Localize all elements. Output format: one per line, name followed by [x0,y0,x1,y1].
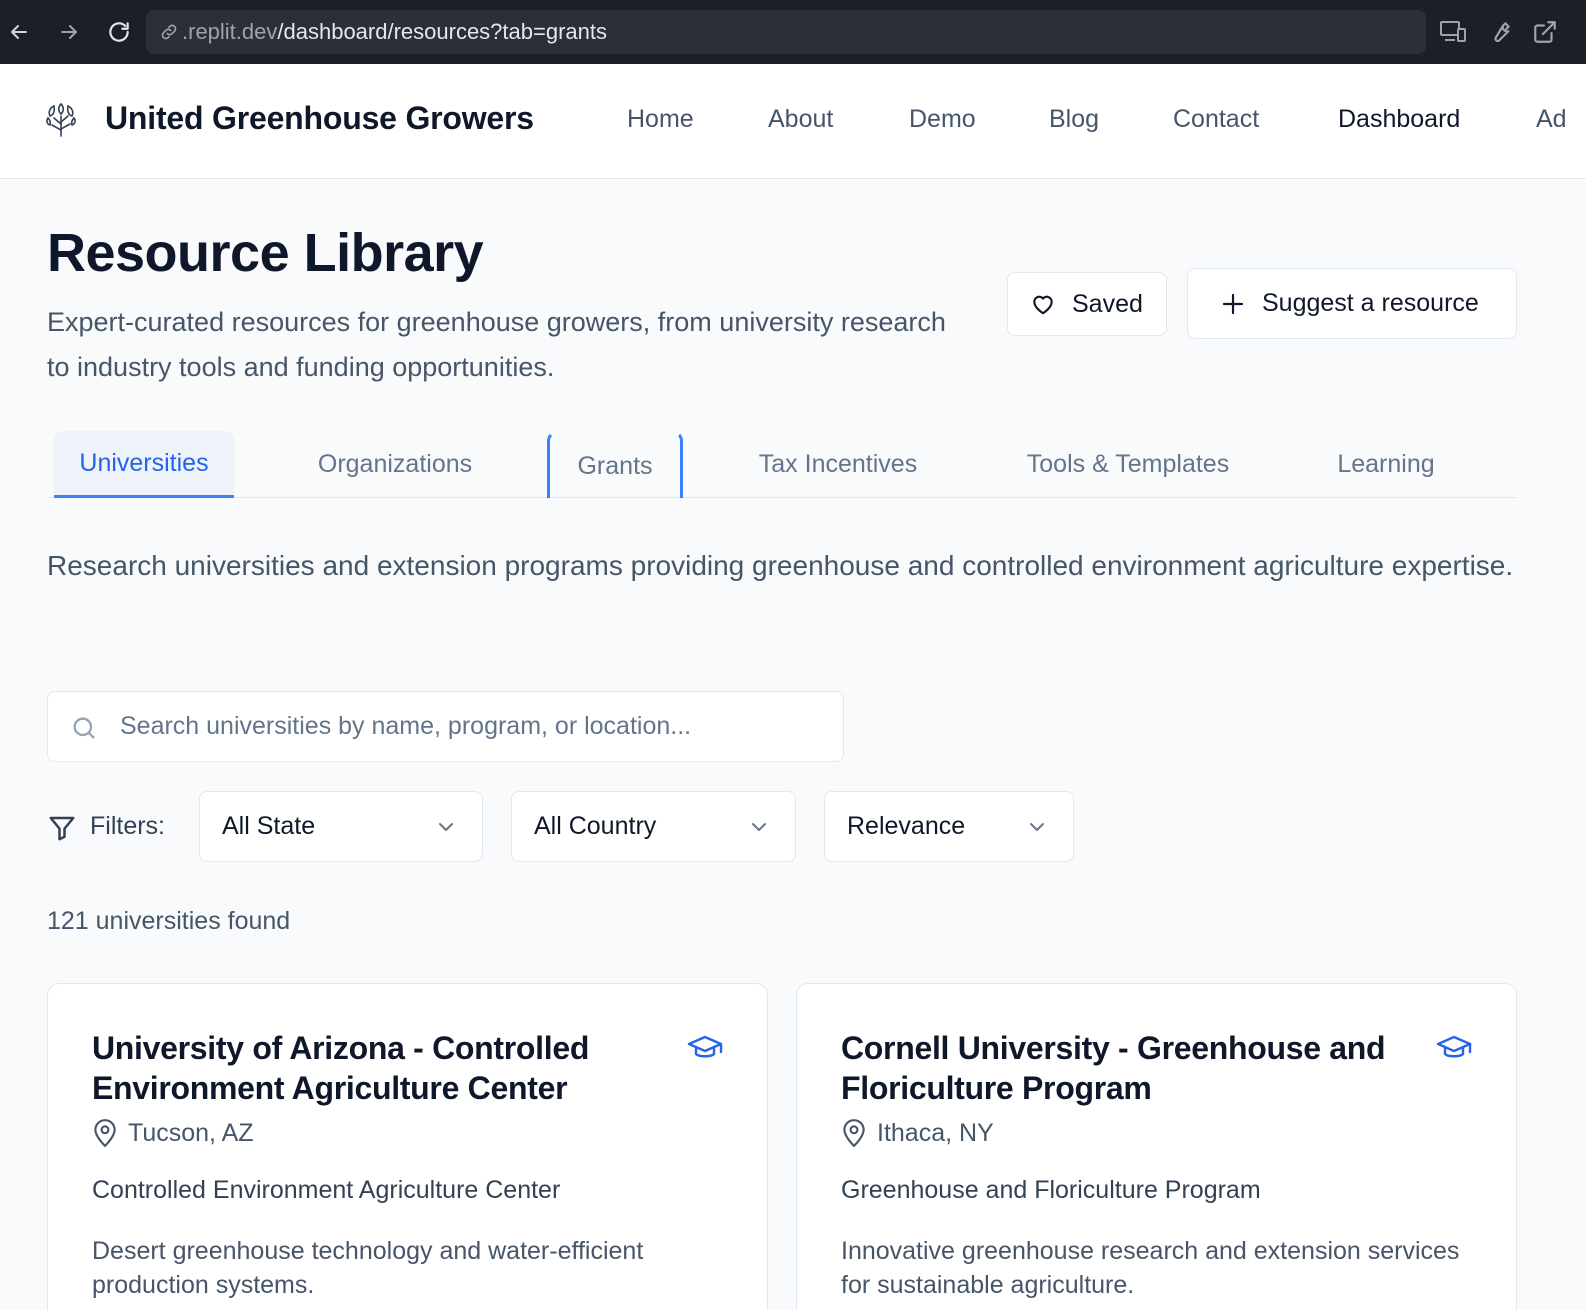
chevron-down-icon [747,815,771,839]
card-description: Desert greenhouse technology and water-e… [92,1237,644,1299]
tab-universities[interactable]: Universities [54,431,234,498]
map-pin-icon [94,1119,116,1148]
nav-about[interactable]: About [768,105,833,134]
browser-toolbar: .replit.dev/dashboard/resources?tab=gran… [0,0,1586,64]
url-host: .replit.dev [182,19,278,44]
card-title[interactable]: University of Arizona - Controlled Envir… [92,1028,652,1108]
filter-icon [47,813,77,843]
sort-select-value: Relevance [847,812,966,840]
nav-admin-truncated[interactable]: Ad [1536,105,1567,134]
suggest-label: Suggest a resource [1262,289,1479,317]
nav-dashboard[interactable]: Dashboard [1338,105,1460,134]
university-card[interactable]: Cornell University - Greenhouse and Flor… [796,983,1517,1310]
graduation-cap-icon [1436,1032,1472,1064]
search-icon [70,714,98,742]
nav-demo[interactable]: Demo [909,105,976,134]
wrench-icon[interactable] [1485,16,1515,48]
chevron-down-icon [1025,815,1049,839]
search-box [47,691,844,762]
card-location-text: Tucson, AZ [128,1118,254,1147]
back-icon[interactable] [4,14,34,50]
university-card[interactable]: University of Arizona - Controlled Envir… [47,983,768,1310]
logo-icon[interactable] [44,102,78,138]
nav-home[interactable]: Home [627,105,694,134]
link-icon [158,21,180,43]
state-select[interactable]: All State [199,791,483,862]
reload-icon[interactable] [104,14,134,50]
address-bar[interactable]: .replit.dev/dashboard/resources?tab=gran… [146,10,1426,54]
tab-description: Research universities and extension prog… [47,550,1514,581]
chevron-down-icon [434,815,458,839]
tab-tools-templates[interactable]: Tools & Templates [1002,431,1254,498]
sort-select[interactable]: Relevance [824,791,1074,862]
results-count: 121 universities found [47,907,291,935]
card-program: Greenhouse and Floriculture Program [841,1176,1261,1204]
plus-icon [1218,289,1248,319]
tab-learning[interactable]: Learning [1316,431,1456,498]
graduation-cap-icon [687,1032,723,1064]
url-path: /dashboard/resources?tab=grants [277,19,607,44]
country-select[interactable]: All Country [511,791,796,862]
card-program: Controlled Environment Agriculture Cente… [92,1176,561,1204]
card-location-text: Ithaca, NY [877,1118,994,1147]
brand-name[interactable]: United Greenhouse Growers [105,100,534,137]
url-text: .replit.dev/dashboard/resources?tab=gran… [182,19,607,45]
state-select-value: All State [222,812,316,840]
heart-icon [1028,289,1058,319]
tab-tax-incentives[interactable]: Tax Incentives [735,431,941,498]
card-location: Tucson, AZ [92,1118,254,1148]
suggest-resource-button[interactable]: Suggest a resource [1187,268,1517,339]
map-pin-icon [843,1119,865,1148]
devices-icon[interactable] [1438,16,1468,48]
saved-label: Saved [1072,289,1143,318]
filters-label: Filters: [90,812,165,840]
card-location: Ithaca, NY [841,1118,994,1148]
card-title[interactable]: Cornell University - Greenhouse and Flor… [841,1028,1401,1108]
nav-contact[interactable]: Contact [1173,105,1259,134]
tab-grants[interactable]: Grants [547,431,683,498]
saved-button[interactable]: Saved [1007,272,1167,336]
page-title: Resource Library [47,223,484,283]
card-description: Innovative greenhouse research and exten… [841,1237,1460,1299]
nav-blog[interactable]: Blog [1049,105,1099,134]
search-input[interactable] [120,692,820,761]
page-subtitle: Expert-curated resources for greenhouse … [47,307,946,382]
tab-organizations[interactable]: Organizations [294,431,496,498]
country-select-value: All Country [534,812,657,840]
forward-icon[interactable] [54,14,84,50]
open-external-icon[interactable] [1530,16,1560,48]
site-header: United Greenhouse Growers Home About Dem… [0,64,1586,179]
